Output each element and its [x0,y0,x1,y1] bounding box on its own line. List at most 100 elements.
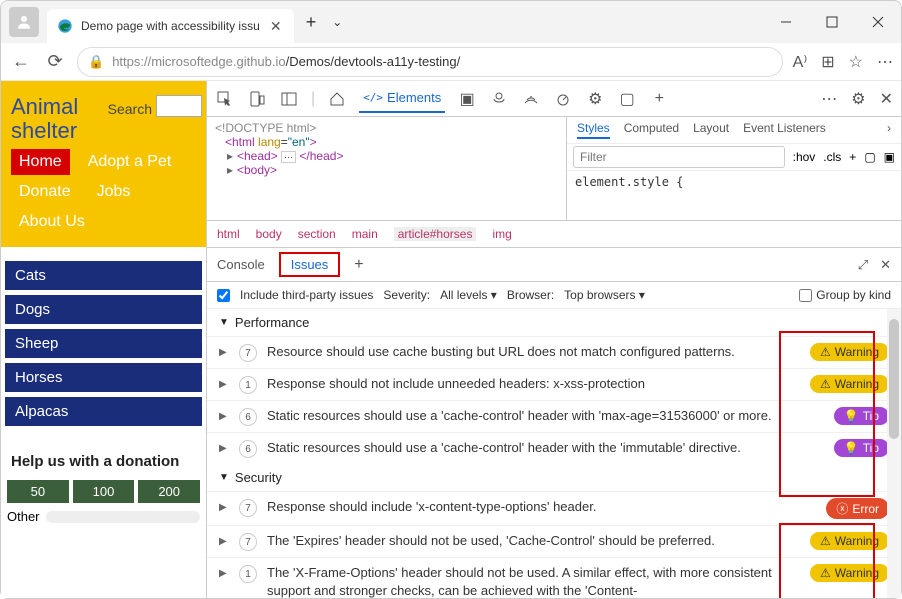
third-party-checkbox[interactable] [217,289,230,302]
warning-badge: ⚠Warning [810,343,889,361]
issue-row: ▶7Resource should use cache busting but … [207,336,901,368]
group-by-kind-checkbox[interactable] [799,289,812,302]
other-label: Other [7,509,40,524]
browser-tab[interactable]: Demo page with accessibility issu ✕ [47,9,294,43]
window-controls [763,1,901,43]
panel-icon[interactable] [279,89,299,109]
drawer-tabs: Console Issues + ⤢ ✕ [207,248,901,282]
close-window-button[interactable] [855,1,901,43]
scrollbar-thumb[interactable] [889,319,899,439]
issues-list[interactable]: ▼Performance ▶7Resource should use cache… [207,309,901,598]
severity-dropdown[interactable]: All levels ▾ [440,288,497,302]
devtools-toolbar: | </> Elements ▣ ⚙ ▢ + ⋯ ⚙ ✕ [207,81,901,117]
new-tab-controls: + ⌄ [300,10,349,35]
sidebar-toggle-icon[interactable]: ▣ [884,150,895,164]
back-button[interactable]: ← [9,50,33,74]
more-tabs-icon[interactable]: + [649,89,669,109]
cls-toggle[interactable]: .cls [823,150,841,164]
url-field[interactable]: 🔒 https://microsoftedge.github.io/Demos/… [77,47,783,77]
devtools-close-icon[interactable]: ✕ [880,89,893,109]
minimize-button[interactable] [763,1,809,43]
application-tab-icon[interactable]: ▢ [617,89,637,109]
nav-home[interactable]: Home [11,149,70,175]
drawer-expand-icon[interactable]: ⤢ [858,257,868,273]
sources-tab-icon[interactable] [489,89,509,109]
chevron-right-icon[interactable]: › [887,121,891,139]
issue-row: ▶1Response should not include unneeded h… [207,368,901,400]
tab-title: Demo page with accessibility issu [81,19,260,33]
console-tab-icon[interactable]: ▣ [457,89,477,109]
computed-tab[interactable]: Computed [624,121,679,139]
browser-dropdown[interactable]: Top browsers ▾ [564,288,645,302]
tab-elements[interactable]: </> Elements [359,84,445,113]
tip-badge: 💡Tip [834,439,889,457]
profile-icon[interactable] [9,7,39,37]
address-bar: ← ⟳ 🔒 https://microsoftedge.github.io/De… [1,43,901,81]
nav-jobs[interactable]: Jobs [89,179,139,205]
more-tools-icon[interactable]: ⋯ [821,89,837,109]
styles-filter-input[interactable] [573,146,785,168]
breadcrumb[interactable]: html body section main article#horses im… [207,221,901,248]
window-titlebar: Demo page with accessibility issu ✕ + ⌄ [1,1,901,43]
tab-chevron-icon[interactable]: ⌄ [326,13,348,31]
event-listeners-tab[interactable]: Event Listeners [743,121,826,139]
category-alpacas[interactable]: Alpacas [5,397,202,426]
category-horses[interactable]: Horses [5,363,202,392]
issues-toolbar: Include third-party issues Severity: All… [207,282,901,309]
more-icon[interactable]: ⋯ [877,52,893,72]
main-nav: Home Adopt a Pet Donate Jobs About Us [11,143,196,241]
collections-icon[interactable]: ⊞ [821,52,834,72]
welcome-icon[interactable] [327,89,347,109]
favorite-icon[interactable]: ☆ [849,52,863,72]
category-dogs[interactable]: Dogs [5,295,202,324]
devtools: | </> Elements ▣ ⚙ ▢ + ⋯ ⚙ ✕ <!DOCTYPE h… [206,81,901,598]
device-icon[interactable] [247,89,267,109]
inspect-icon[interactable] [215,89,235,109]
nav-adopt[interactable]: Adopt a Pet [80,149,180,175]
settings-icon[interactable]: ⚙ [851,89,865,109]
drawer-console-tab[interactable]: Console [217,257,265,272]
dom-tree[interactable]: <!DOCTYPE html> <html lang="en"> ▸<head>… [207,117,566,220]
hov-toggle[interactable]: :hov [793,150,816,164]
edge-icon [57,18,73,34]
read-aloud-icon[interactable]: A⁾ [793,52,808,72]
drawer-close-icon[interactable]: ✕ [880,257,891,273]
warning-badge: ⚠Warning [810,564,889,582]
issue-row: ▶7The 'Expires' header should not be use… [207,525,901,557]
error-badge: ⓧError [826,498,889,519]
other-slider[interactable] [46,511,200,523]
new-rule-icon[interactable]: + [849,150,856,164]
memory-tab-icon[interactable]: ⚙ [585,89,605,109]
issue-row: ▶6Static resources should use a 'cache-c… [207,432,901,464]
drawer-issues-tab[interactable]: Issues [279,252,341,277]
styles-pane: Styles Computed Layout Event Listeners ›… [566,117,901,220]
donate-100[interactable]: 100 [73,480,135,503]
category-sheep[interactable]: Sheep [5,329,202,358]
donate-50[interactable]: 50 [7,480,69,503]
close-icon[interactable]: ✕ [268,18,284,34]
tip-badge: 💡Tip [834,407,889,425]
category-performance[interactable]: ▼Performance [207,309,901,336]
lock-icon: 🔒 [88,54,104,70]
category-list: Cats Dogs Sheep Horses Alpacas [1,247,206,445]
donation-heading: Help us with a donation [1,445,206,478]
nav-donate[interactable]: Donate [11,179,79,205]
category-security[interactable]: ▼Security [207,464,901,491]
refresh-button[interactable]: ⟳ [43,50,67,74]
network-tab-icon[interactable] [521,89,541,109]
computed-panel-icon[interactable]: ▢ [864,150,875,164]
styles-body[interactable]: element.style { [567,171,901,193]
layout-tab[interactable]: Layout [693,121,729,139]
nav-about[interactable]: About Us [11,209,93,235]
maximize-button[interactable] [809,1,855,43]
drawer-add-tab[interactable]: + [354,256,363,274]
issue-row: ▶1The 'X-Frame-Options' header should no… [207,557,901,598]
new-tab-button[interactable]: + [300,10,323,35]
donate-200[interactable]: 200 [138,480,200,503]
styles-tab[interactable]: Styles [577,121,610,139]
search-input[interactable] [156,95,202,117]
issue-row: ▶7Response should include 'x-content-typ… [207,491,901,525]
performance-tab-icon[interactable] [553,89,573,109]
category-cats[interactable]: Cats [5,261,202,290]
issue-row: ▶6Static resources should use a 'cache-c… [207,400,901,432]
